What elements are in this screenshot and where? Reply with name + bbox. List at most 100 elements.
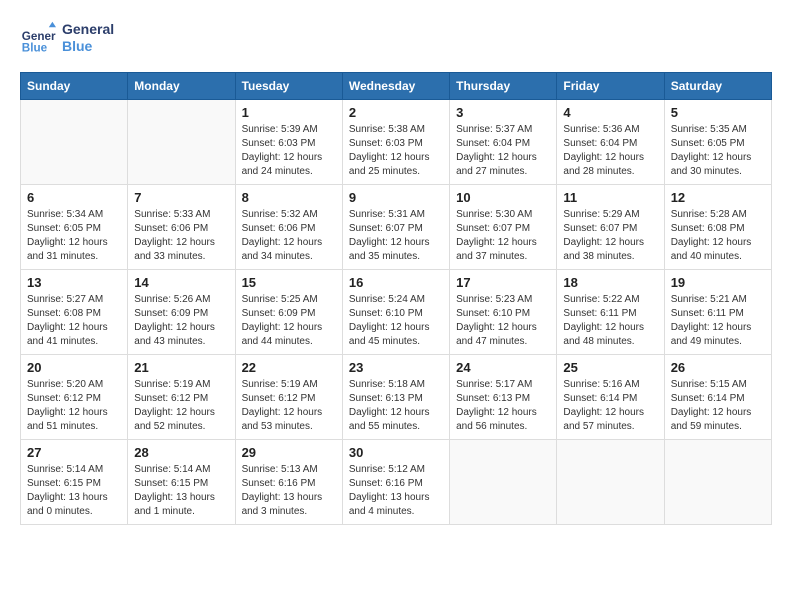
day-info: Sunrise: 5:22 AM Sunset: 6:11 PM Dayligh…: [563, 293, 657, 349]
day-info: Sunrise: 5:13 AM Sunset: 6:16 PM Dayligh…: [242, 463, 336, 519]
day-info: Sunrise: 5:27 AM Sunset: 6:08 PM Dayligh…: [27, 293, 121, 349]
calendar-cell: 13 Sunrise: 5:27 AM Sunset: 6:08 PM Dayli…: [21, 270, 128, 355]
calendar-cell: 24 Sunrise: 5:17 AM Sunset: 6:13 PM Dayli…: [450, 355, 557, 440]
calendar-cell: 16 Sunrise: 5:24 AM Sunset: 6:10 PM Dayli…: [342, 270, 449, 355]
calendar-week-row: 20 Sunrise: 5:20 AM Sunset: 6:12 PM Dayli…: [21, 355, 772, 440]
day-info: Sunrise: 5:20 AM Sunset: 6:12 PM Dayligh…: [27, 378, 121, 434]
day-info: Sunrise: 5:39 AM Sunset: 6:03 PM Dayligh…: [242, 123, 336, 179]
day-number: 16: [349, 275, 443, 290]
day-number: 7: [134, 190, 228, 205]
day-info: Sunrise: 5:32 AM Sunset: 6:06 PM Dayligh…: [242, 208, 336, 264]
weekday-header: Thursday: [450, 73, 557, 100]
day-info: Sunrise: 5:18 AM Sunset: 6:13 PM Dayligh…: [349, 378, 443, 434]
calendar-cell: 3 Sunrise: 5:37 AM Sunset: 6:04 PM Daylig…: [450, 100, 557, 185]
calendar-cell: 9 Sunrise: 5:31 AM Sunset: 6:07 PM Daylig…: [342, 185, 449, 270]
day-number: 2: [349, 105, 443, 120]
day-number: 19: [671, 275, 765, 290]
calendar-cell: 15 Sunrise: 5:25 AM Sunset: 6:09 PM Dayli…: [235, 270, 342, 355]
day-info: Sunrise: 5:24 AM Sunset: 6:10 PM Dayligh…: [349, 293, 443, 349]
day-info: Sunrise: 5:36 AM Sunset: 6:04 PM Dayligh…: [563, 123, 657, 179]
day-info: Sunrise: 5:33 AM Sunset: 6:06 PM Dayligh…: [134, 208, 228, 264]
day-number: 14: [134, 275, 228, 290]
logo: General Blue General Blue: [20, 20, 114, 56]
day-info: Sunrise: 5:23 AM Sunset: 6:10 PM Dayligh…: [456, 293, 550, 349]
calendar-cell: 10 Sunrise: 5:30 AM Sunset: 6:07 PM Dayli…: [450, 185, 557, 270]
day-number: 26: [671, 360, 765, 375]
calendar-week-row: 13 Sunrise: 5:27 AM Sunset: 6:08 PM Dayli…: [21, 270, 772, 355]
weekday-header: Sunday: [21, 73, 128, 100]
calendar-cell: 29Sunrise: 5:13 AM Sunset: 6:16 PM Dayli…: [235, 440, 342, 525]
day-number: 11: [563, 190, 657, 205]
calendar-cell: 21 Sunrise: 5:19 AM Sunset: 6:12 PM Dayli…: [128, 355, 235, 440]
calendar-cell: 30 Sunrise: 5:12 AM Sunset: 6:16 PM Dayli…: [342, 440, 449, 525]
day-number: 18: [563, 275, 657, 290]
day-number: 23: [349, 360, 443, 375]
calendar-cell: [21, 100, 128, 185]
calendar-cell: [664, 440, 771, 525]
calendar-cell: 14 Sunrise: 5:26 AM Sunset: 6:09 PM Dayli…: [128, 270, 235, 355]
day-info: Sunrise: 5:28 AM Sunset: 6:08 PM Dayligh…: [671, 208, 765, 264]
day-number: 10: [456, 190, 550, 205]
calendar-cell: 22 Sunrise: 5:19 AM Sunset: 6:12 PM Dayli…: [235, 355, 342, 440]
day-info: Sunrise: 5:30 AM Sunset: 6:07 PM Dayligh…: [456, 208, 550, 264]
calendar-cell: 18 Sunrise: 5:22 AM Sunset: 6:11 PM Dayli…: [557, 270, 664, 355]
day-number: 24: [456, 360, 550, 375]
day-number: 27: [27, 445, 121, 460]
day-number: 30: [349, 445, 443, 460]
day-info: Sunrise: 5:26 AM Sunset: 6:09 PM Dayligh…: [134, 293, 228, 349]
day-info: Sunrise: 5:19 AM Sunset: 6:12 PM Dayligh…: [242, 378, 336, 434]
day-info: Sunrise: 5:35 AM Sunset: 6:05 PM Dayligh…: [671, 123, 765, 179]
day-number: 22: [242, 360, 336, 375]
calendar-cell: 17 Sunrise: 5:23 AM Sunset: 6:10 PM Dayli…: [450, 270, 557, 355]
calendar-table: SundayMondayTuesdayWednesdayThursdayFrid…: [20, 72, 772, 525]
weekday-header: Wednesday: [342, 73, 449, 100]
calendar-cell: [128, 100, 235, 185]
calendar-header-row: SundayMondayTuesdayWednesdayThursdayFrid…: [21, 73, 772, 100]
day-number: 13: [27, 275, 121, 290]
calendar-cell: 25 Sunrise: 5:16 AM Sunset: 6:14 PM Dayli…: [557, 355, 664, 440]
day-info: Sunrise: 5:19 AM Sunset: 6:12 PM Dayligh…: [134, 378, 228, 434]
logo-icon: General Blue: [20, 20, 56, 56]
calendar-cell: 5 Sunrise: 5:35 AM Sunset: 6:05 PM Daylig…: [664, 100, 771, 185]
day-info: Sunrise: 5:34 AM Sunset: 6:05 PM Dayligh…: [27, 208, 121, 264]
day-number: 28: [134, 445, 228, 460]
day-number: 17: [456, 275, 550, 290]
day-number: 15: [242, 275, 336, 290]
day-info: Sunrise: 5:37 AM Sunset: 6:04 PM Dayligh…: [456, 123, 550, 179]
calendar-cell: 2Sunrise: 5:38 AM Sunset: 6:03 PM Daylig…: [342, 100, 449, 185]
calendar-cell: 23 Sunrise: 5:18 AM Sunset: 6:13 PM Dayli…: [342, 355, 449, 440]
day-info: Sunrise: 5:31 AM Sunset: 6:07 PM Dayligh…: [349, 208, 443, 264]
day-info: Sunrise: 5:21 AM Sunset: 6:11 PM Dayligh…: [671, 293, 765, 349]
calendar-week-row: 1 Sunrise: 5:39 AM Sunset: 6:03 PM Daylig…: [21, 100, 772, 185]
day-number: 9: [349, 190, 443, 205]
calendar-cell: 27 Sunrise: 5:14 AM Sunset: 6:15 PM Dayli…: [21, 440, 128, 525]
day-info: Sunrise: 5:16 AM Sunset: 6:14 PM Dayligh…: [563, 378, 657, 434]
calendar-cell: 28 Sunrise: 5:14 AM Sunset: 6:15 PM Dayli…: [128, 440, 235, 525]
day-info: Sunrise: 5:12 AM Sunset: 6:16 PM Dayligh…: [349, 463, 443, 519]
day-info: Sunrise: 5:17 AM Sunset: 6:13 PM Dayligh…: [456, 378, 550, 434]
weekday-header: Friday: [557, 73, 664, 100]
weekday-header: Saturday: [664, 73, 771, 100]
weekday-header: Monday: [128, 73, 235, 100]
calendar-cell: [450, 440, 557, 525]
calendar-cell: 20 Sunrise: 5:20 AM Sunset: 6:12 PM Dayli…: [21, 355, 128, 440]
day-number: 8: [242, 190, 336, 205]
calendar-cell: 11 Sunrise: 5:29 AM Sunset: 6:07 PM Dayli…: [557, 185, 664, 270]
page-header: General Blue General Blue: [20, 20, 772, 56]
day-info: Sunrise: 5:25 AM Sunset: 6:09 PM Dayligh…: [242, 293, 336, 349]
calendar-cell: 7 Sunrise: 5:33 AM Sunset: 6:06 PM Daylig…: [128, 185, 235, 270]
day-info: Sunrise: 5:15 AM Sunset: 6:14 PM Dayligh…: [671, 378, 765, 434]
day-info: Sunrise: 5:14 AM Sunset: 6:15 PM Dayligh…: [27, 463, 121, 519]
day-info: Sunrise: 5:14 AM Sunset: 6:15 PM Dayligh…: [134, 463, 228, 519]
day-info: Sunrise: 5:29 AM Sunset: 6:07 PM Dayligh…: [563, 208, 657, 264]
day-number: 20: [27, 360, 121, 375]
day-number: 25: [563, 360, 657, 375]
day-number: 5: [671, 105, 765, 120]
calendar-cell: 12 Sunrise: 5:28 AM Sunset: 6:08 PM Dayli…: [664, 185, 771, 270]
day-number: 6: [27, 190, 121, 205]
day-number: 1: [242, 105, 336, 120]
day-number: 21: [134, 360, 228, 375]
calendar-cell: 1 Sunrise: 5:39 AM Sunset: 6:03 PM Daylig…: [235, 100, 342, 185]
day-number: 12: [671, 190, 765, 205]
day-number: 3: [456, 105, 550, 120]
